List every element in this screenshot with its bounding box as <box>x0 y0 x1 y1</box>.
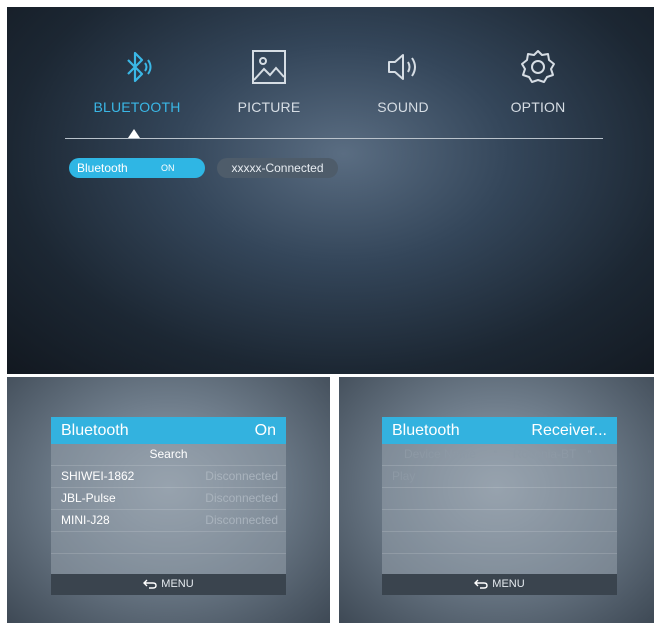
menu-label: MENU <box>161 578 194 590</box>
menu-back-button[interactable]: MENU <box>382 574 617 595</box>
play-label: Play <box>392 469 416 483</box>
device-name-label: Device Name <box>404 447 477 461</box>
chevron-left-icon: “ <box>494 449 497 459</box>
bluetooth-state-value[interactable]: On <box>255 417 276 444</box>
bluetooth-toggle[interactable]: Bluetooth ON <box>69 158 205 178</box>
device-name: JBL-Pulse <box>61 491 116 505</box>
device-name: SHIWEI-1862 <box>61 469 135 483</box>
return-arrow-icon <box>143 579 157 589</box>
tab-sound[interactable]: SOUND <box>338 47 468 115</box>
bluetooth-toggle-state: ON <box>161 163 175 173</box>
device-status: Disconnected <box>205 513 278 527</box>
dialog-title: Bluetooth <box>392 422 460 439</box>
tab-picture-label: PICTURE <box>237 99 301 115</box>
main-menu-panel: BLUETOOTH PICTURE SOUND OPTION Bluetooth… <box>7 7 654 374</box>
dialog-title: Bluetooth <box>61 422 129 439</box>
device-name-value: Roconia-BT <box>513 447 577 461</box>
connection-status-badge[interactable]: xxxxx-Connected <box>217 158 338 178</box>
empty-row <box>382 488 617 510</box>
empty-row <box>382 510 617 532</box>
device-row[interactable]: SHIWEI-1862 Disconnected <box>51 466 286 488</box>
bluetooth-device-dialog: Bluetooth On Search SHIWEI-1862 Disconne… <box>51 417 286 595</box>
gear-icon <box>521 50 555 83</box>
tab-option-label: OPTION <box>510 99 566 115</box>
tab-bluetooth[interactable]: BLUETOOTH <box>72 47 202 115</box>
menu-divider <box>65 138 603 139</box>
bluetooth-toggle-label: Bluetooth <box>77 161 128 175</box>
tab-option[interactable]: OPTION <box>473 47 603 115</box>
return-arrow-icon <box>474 579 488 589</box>
empty-row <box>51 532 286 554</box>
menu-label: MENU <box>492 578 525 590</box>
empty-row <box>382 532 617 554</box>
search-button[interactable]: Search <box>51 444 286 466</box>
tab-sound-label: SOUND <box>377 99 429 115</box>
tab-picture[interactable]: PICTURE <box>204 47 334 115</box>
receiver-panel: Bluetooth Receiver... Device Name “ Roco… <box>339 377 654 623</box>
device-row[interactable]: MINI-J28 Disconnected <box>51 510 286 532</box>
tab-bluetooth-label: BLUETOOTH <box>93 99 181 115</box>
search-label: Search <box>149 447 188 461</box>
device-name: MINI-J28 <box>61 513 110 527</box>
device-name-row[interactable]: Device Name “ Roconia-BT ” <box>382 444 617 466</box>
bluetooth-icon <box>127 51 152 83</box>
device-status: Disconnected <box>205 491 278 505</box>
chevron-right-icon: ” <box>588 449 591 459</box>
active-tab-indicator <box>128 129 140 138</box>
device-list-panel: Bluetooth On Search SHIWEI-1862 Disconne… <box>7 377 330 623</box>
dialog-header: Bluetooth On <box>51 417 286 444</box>
dialog-header: Bluetooth Receiver... <box>382 417 617 444</box>
menu-back-button[interactable]: MENU <box>51 574 286 595</box>
play-row[interactable]: Play <box>382 466 617 488</box>
device-row[interactable]: JBL-Pulse Disconnected <box>51 488 286 510</box>
receiver-mode-value[interactable]: Receiver... <box>531 417 607 444</box>
device-status: Disconnected <box>205 469 278 483</box>
picture-icon <box>252 50 286 84</box>
speaker-icon <box>388 54 416 80</box>
bluetooth-receiver-dialog: Bluetooth Receiver... Device Name “ Roco… <box>382 417 617 595</box>
